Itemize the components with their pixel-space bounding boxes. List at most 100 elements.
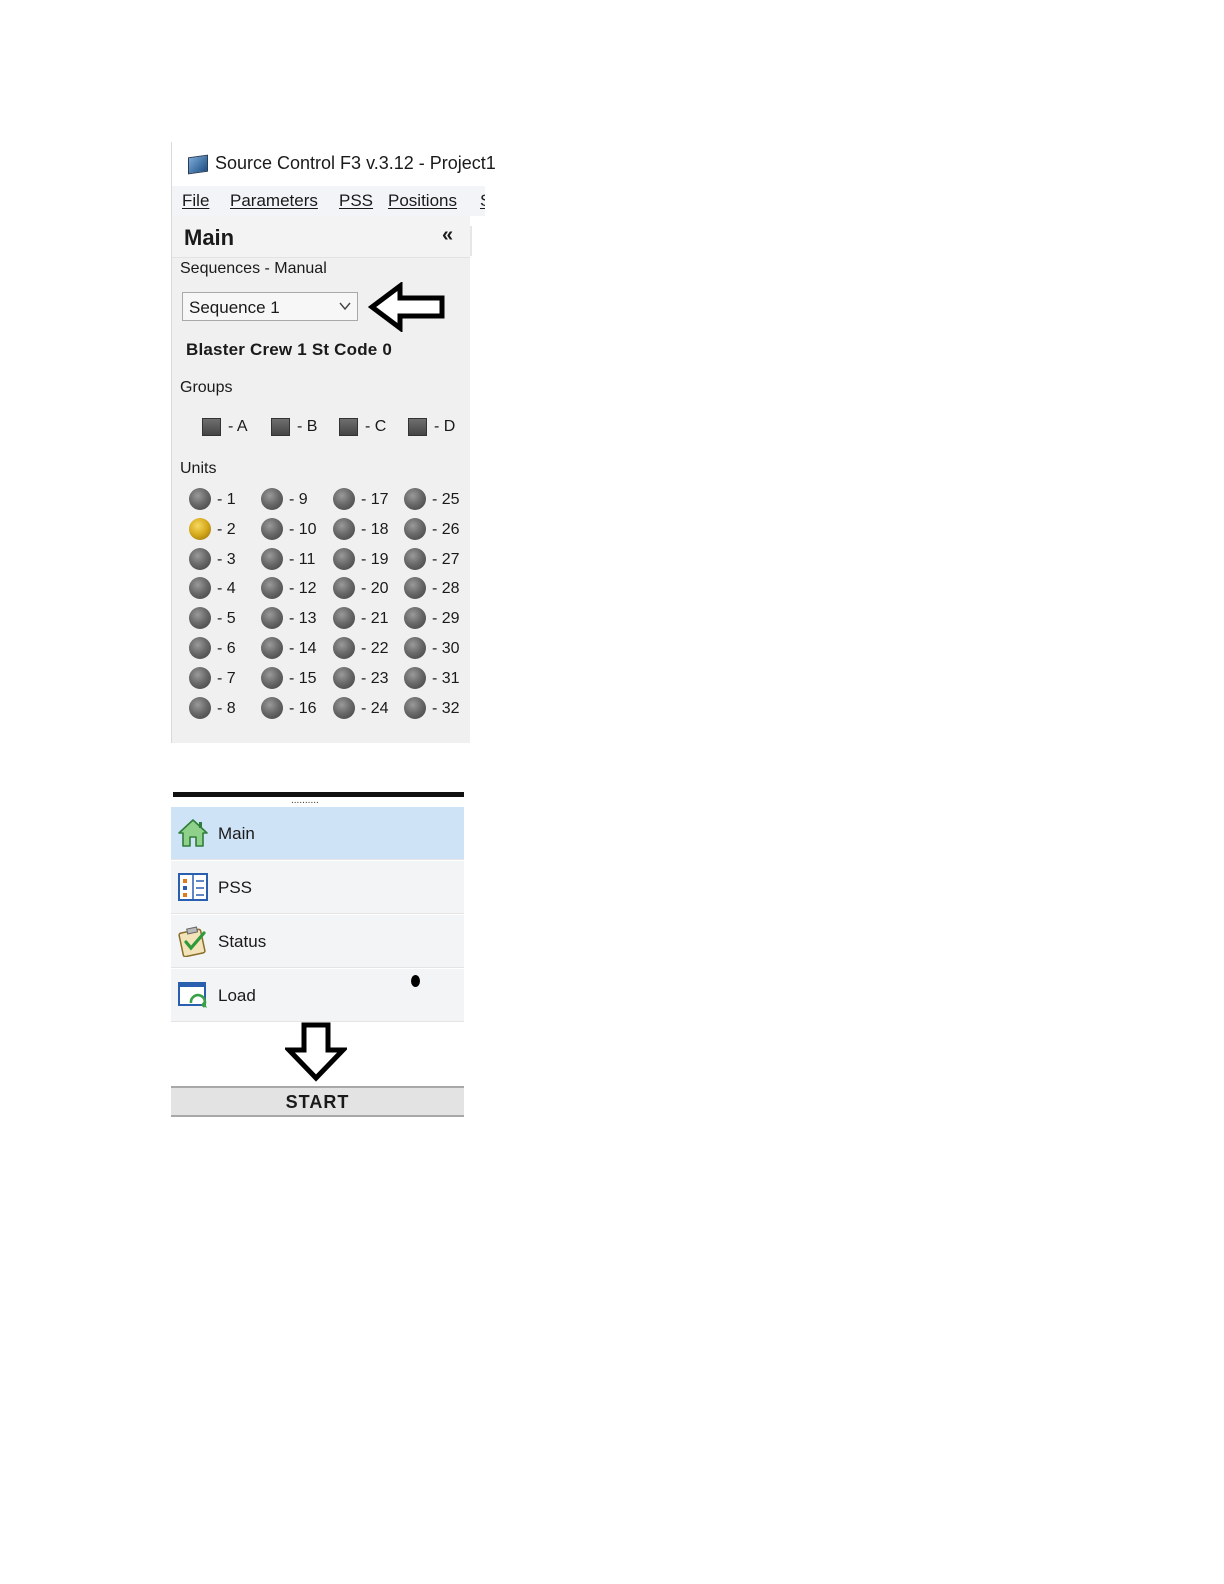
- start-button[interactable]: START: [171, 1086, 464, 1117]
- unit-label: - 9: [289, 491, 308, 508]
- unit-label: - 4: [217, 580, 236, 598]
- menu-parameters[interactable]: Parameters: [230, 191, 318, 211]
- unit-label: - 18: [361, 520, 389, 538]
- unit-26-toggle[interactable]: - 26: [404, 517, 474, 542]
- unit-7-toggle[interactable]: - 7: [189, 666, 259, 691]
- unit-21-toggle[interactable]: - 21: [333, 607, 403, 631]
- panel-header: Main «: [172, 216, 470, 258]
- menu-truncated[interactable]: S: [480, 191, 485, 211]
- unit-24-toggle[interactable]: - 24: [333, 696, 403, 721]
- unit-status-led: [333, 696, 355, 719]
- nav-item-status[interactable]: Status: [171, 915, 464, 968]
- unit-4-toggle[interactable]: - 4: [189, 577, 259, 601]
- group-label: - B: [297, 418, 318, 435]
- unit-label: - 29: [432, 610, 460, 628]
- unit-label: - 12: [289, 580, 317, 598]
- unit-31-toggle[interactable]: - 31: [404, 666, 474, 691]
- status-clipboard-icon: [178, 926, 206, 957]
- grip-handle[interactable]: ..........: [291, 796, 319, 806]
- unit-12-toggle[interactable]: - 12: [261, 577, 331, 601]
- unit-23-toggle[interactable]: - 23: [333, 666, 403, 691]
- menu-pss[interactable]: PSS: [339, 191, 373, 211]
- unit-status-led: [261, 577, 283, 600]
- source-control-window: Source Control F3 v.3.12 - Project1 File…: [171, 142, 496, 743]
- unit-17-toggle[interactable]: - 17: [333, 488, 403, 512]
- unit-label: - 27: [432, 550, 460, 568]
- nav-item-label: Status: [218, 932, 267, 951]
- arrow-down-annotation-icon: [285, 1022, 347, 1082]
- units-label: Units: [180, 460, 217, 477]
- unit-label: - 14: [289, 640, 317, 657]
- pss-icon: [178, 873, 208, 901]
- unit-5-toggle[interactable]: - 5: [189, 607, 259, 631]
- unit-label: - 31: [432, 669, 460, 687]
- unit-13-toggle[interactable]: - 13: [261, 607, 331, 631]
- sequences-label: Sequences - Manual: [180, 260, 327, 277]
- unit-label: - 24: [361, 699, 389, 717]
- unit-28-toggle[interactable]: - 28: [404, 577, 474, 601]
- unit-11-toggle[interactable]: - 11: [261, 547, 331, 572]
- unit-19-toggle[interactable]: - 19: [333, 547, 403, 572]
- nav-item-label: Main: [218, 824, 255, 843]
- unit-6-toggle[interactable]: - 6: [189, 637, 259, 661]
- menu-file[interactable]: File: [182, 191, 209, 211]
- unit-label: - 6: [217, 640, 236, 657]
- unit-15-toggle[interactable]: - 15: [261, 666, 331, 691]
- group-indicator: [271, 418, 290, 436]
- unit-status-led: [404, 637, 426, 659]
- unit-label: - 32: [432, 699, 460, 717]
- unit-status-led: [333, 488, 355, 510]
- unit-status-led: [404, 517, 426, 540]
- unit-32-toggle[interactable]: - 32: [404, 696, 474, 721]
- unit-label: - 23: [361, 669, 389, 687]
- unit-label: - 11: [289, 550, 316, 568]
- unit-3-toggle[interactable]: - 3: [189, 547, 259, 572]
- home-icon: [178, 819, 208, 847]
- arrow-left-annotation-icon: [368, 282, 445, 332]
- unit-label: - 20: [361, 580, 389, 598]
- unit-16-toggle[interactable]: - 16: [261, 696, 331, 721]
- unit-9-toggle[interactable]: - 9: [261, 488, 331, 512]
- unit-status-led: [333, 607, 355, 630]
- unit-label: - 15: [289, 669, 317, 687]
- unit-status-led: [333, 577, 355, 600]
- unit-22-toggle[interactable]: - 22: [333, 637, 403, 661]
- unit-label: - 17: [361, 491, 389, 508]
- unit-status-led: [404, 696, 426, 719]
- unit-status-led: [261, 488, 283, 510]
- nav-item-load[interactable]: Load: [171, 969, 464, 1022]
- unit-status-led: [404, 666, 426, 689]
- unit-8-toggle[interactable]: - 8: [189, 696, 259, 721]
- group-indicator: [202, 418, 221, 436]
- unit-18-toggle[interactable]: - 18: [333, 517, 403, 542]
- sequence-select[interactable]: Sequence 1: [182, 292, 358, 321]
- unit-label: - 10: [289, 520, 317, 538]
- crew-info: Blaster Crew 1 St Code 0: [186, 340, 393, 359]
- unit-status-led: [261, 517, 283, 540]
- unit-20-toggle[interactable]: - 20: [333, 577, 403, 601]
- unit-label: - 8: [217, 699, 236, 717]
- unit-27-toggle[interactable]: - 27: [404, 547, 474, 572]
- unit-29-toggle[interactable]: - 29: [404, 607, 474, 631]
- unit-label: - 28: [432, 580, 460, 598]
- unit-status-led: [261, 696, 283, 719]
- group-indicator: [408, 418, 427, 436]
- menu-positions[interactable]: Positions: [388, 191, 457, 211]
- unit-25-toggle[interactable]: - 25: [404, 488, 474, 512]
- unit-14-toggle[interactable]: - 14: [261, 637, 331, 661]
- panel-title: Main: [184, 225, 235, 250]
- unit-30-toggle[interactable]: - 30: [404, 637, 474, 661]
- unit-label: - 3: [217, 550, 236, 568]
- nav-item-label: Load: [218, 986, 256, 1005]
- app-icon: [188, 154, 208, 175]
- unit-10-toggle[interactable]: - 10: [261, 517, 331, 542]
- nav-item-pss[interactable]: PSS: [171, 861, 464, 914]
- unit-status-led: [333, 517, 355, 540]
- unit-1-toggle[interactable]: - 1: [189, 488, 259, 512]
- unit-status-led: [404, 577, 426, 600]
- group-label: - A: [228, 418, 248, 435]
- unit-status-led: [189, 517, 211, 540]
- collapse-panel-button[interactable]: «: [442, 224, 453, 247]
- nav-item-main[interactable]: Main: [171, 807, 464, 860]
- unit-2-toggle[interactable]: - 2: [189, 517, 259, 542]
